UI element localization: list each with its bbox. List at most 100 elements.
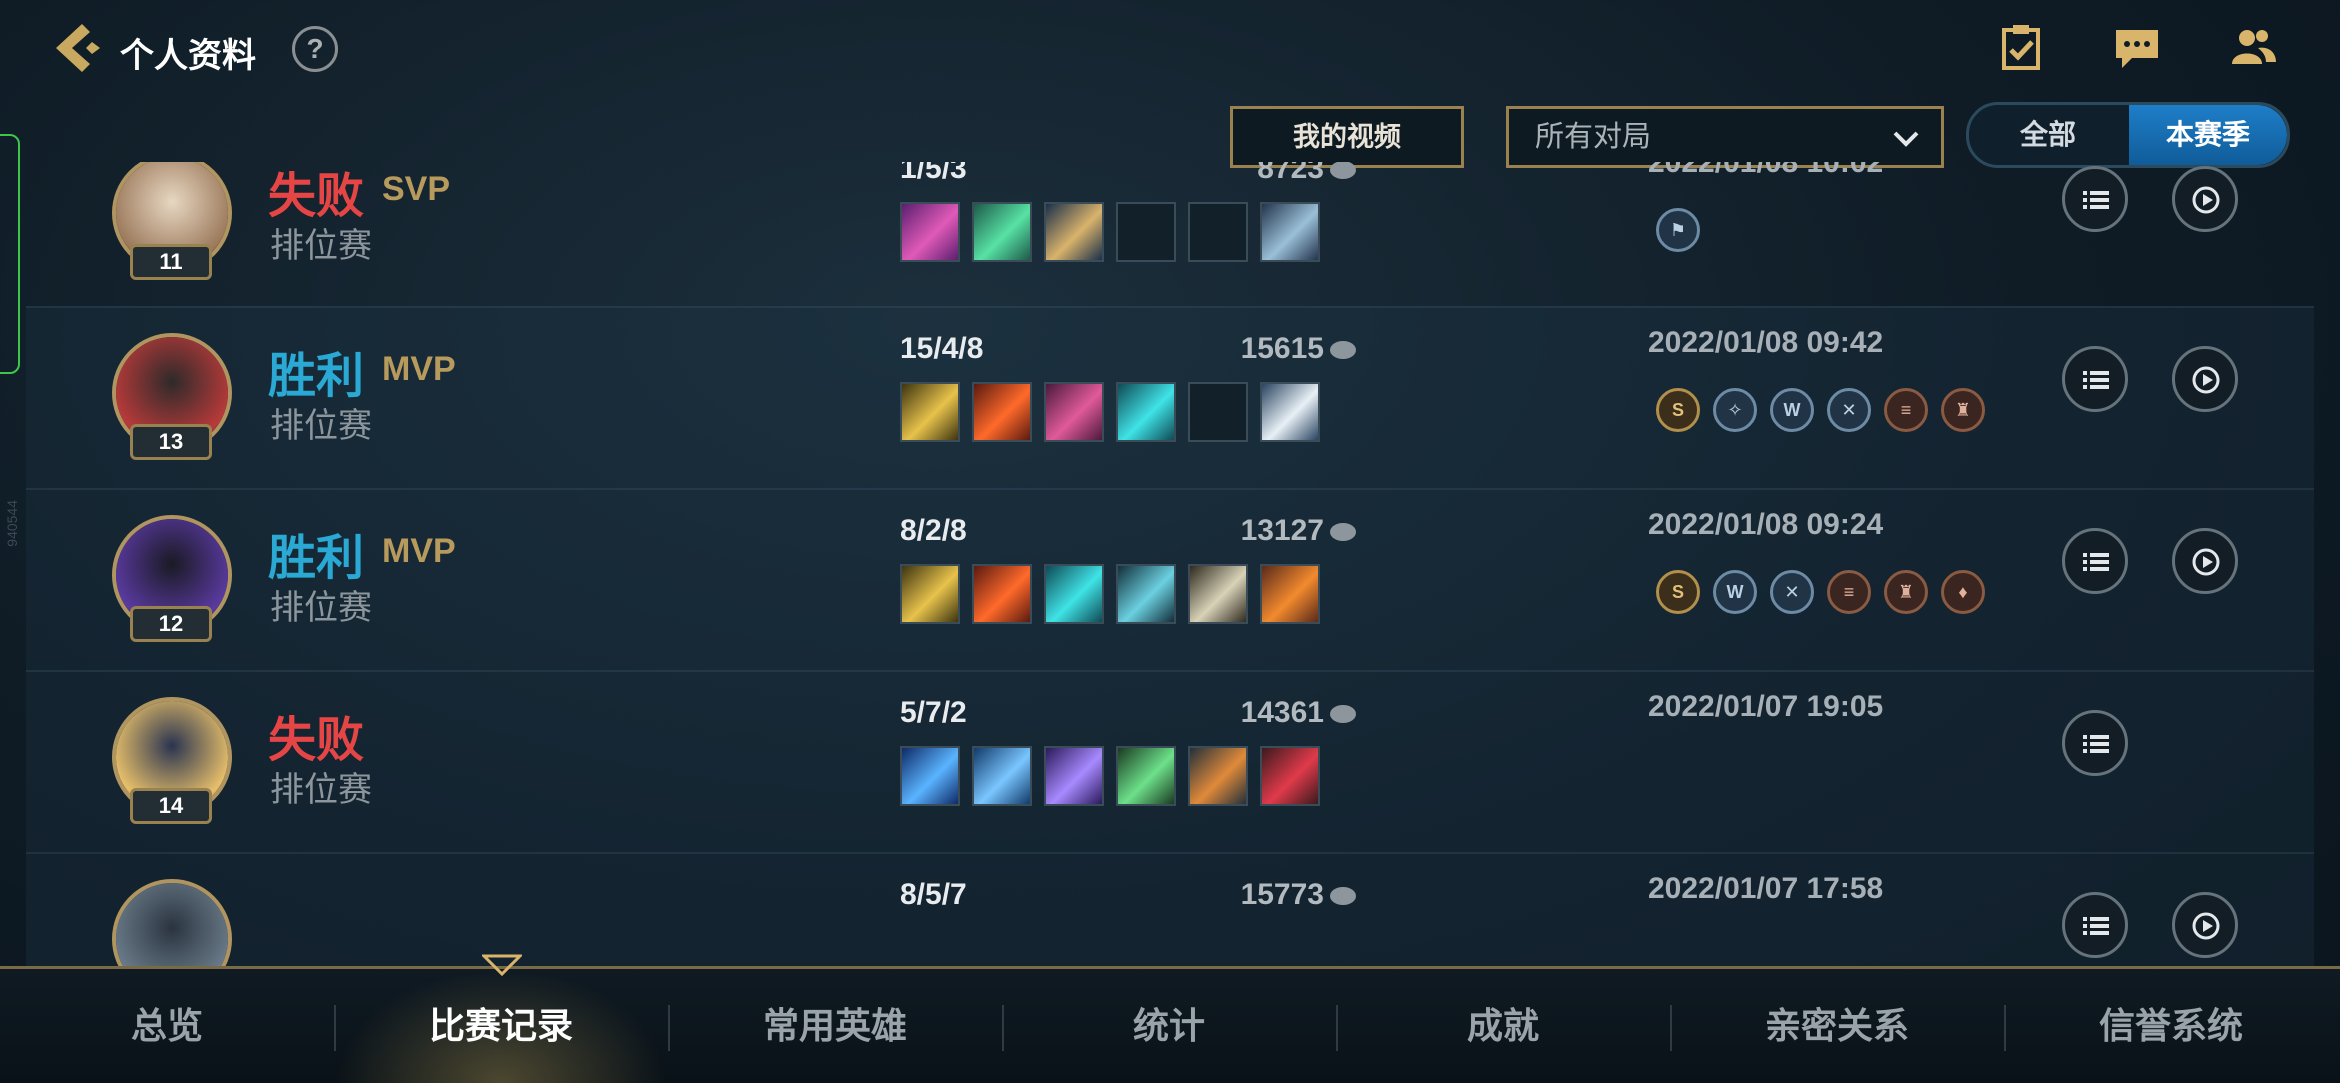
gold-coin-icon: [1330, 705, 1356, 724]
blue-spear-item[interactable]: [900, 746, 960, 806]
empty-item-slot: [1188, 382, 1248, 442]
match-details-button[interactable]: [2062, 166, 2128, 232]
white-yeti-item[interactable]: [1260, 382, 1320, 442]
top-bar: 个人资料 ?: [0, 0, 2340, 96]
tower-rune-icon: ♜: [1941, 388, 1985, 432]
back-arrow-icon[interactable]: [48, 18, 108, 78]
replay-button[interactable]: [2172, 346, 2238, 412]
tab-5[interactable]: 亲密关系: [1670, 969, 2004, 1083]
match-result: 胜利: [268, 350, 365, 403]
performance-badge: SVP: [382, 170, 451, 208]
performance-badge: MVP: [382, 350, 456, 388]
red-claw-item[interactable]: [972, 564, 1032, 624]
replay-button[interactable]: [2172, 166, 2238, 232]
match-list[interactable]: 11 失败 SVP 排位赛 1/5/3 8723 2022/01/08 10:02 ⚑ 13 胜利…: [0, 162, 2340, 966]
replay-button[interactable]: [2172, 528, 2238, 594]
gold-coin-icon: [1330, 341, 1356, 360]
segment-all[interactable]: 全部: [1969, 105, 2127, 165]
match-date: 2022/01/08 09:42: [1648, 326, 1884, 359]
flag-rune-icon: ⚑: [1656, 208, 1700, 252]
replay-button[interactable]: [2172, 892, 2238, 958]
replay-icon: [2192, 548, 2220, 576]
orange-spear-item[interactable]: [1188, 746, 1248, 806]
match-row[interactable]: 11 失败 SVP 排位赛 1/5/3 8723 2022/01/08 10:02 ⚑: [26, 162, 2314, 308]
tab-4[interactable]: 成就: [1336, 969, 1670, 1083]
list-icon: [2083, 917, 2109, 935]
match-date: 2022/01/08 10:02: [1648, 162, 1884, 179]
teal-sword-item[interactable]: [1044, 564, 1104, 624]
match-details-button[interactable]: [2062, 528, 2128, 594]
cross-rune-icon: ✕: [1827, 388, 1871, 432]
match-details-button[interactable]: [2062, 346, 2128, 412]
gold-sword-item[interactable]: [900, 564, 960, 624]
tab-1[interactable]: 比赛记录: [334, 969, 668, 1083]
game-mode: 排位赛: [270, 227, 372, 265]
pumpkin-item[interactable]: [1260, 564, 1320, 624]
w-rune-icon: W: [1770, 388, 1814, 432]
silver-blade-item[interactable]: [1188, 564, 1248, 624]
gold-sword-item[interactable]: [900, 382, 960, 442]
list-icon: [2083, 553, 2109, 571]
empty-item-slot: [1116, 202, 1176, 262]
game-mode: 排位赛: [270, 589, 372, 627]
page-title: 个人资料: [120, 37, 256, 75]
active-tab-marker-icon: [480, 954, 524, 977]
blue-fist-item[interactable]: [972, 746, 1032, 806]
chat-icon[interactable]: [2112, 22, 2162, 72]
friends-icon[interactable]: [2228, 22, 2278, 72]
game-mode: 排位赛: [270, 771, 372, 809]
match-row[interactable]: 14 失败 排位赛 5/7/2 14361 2022/01/07 19:05: [26, 670, 2314, 852]
match-row[interactable]: 13 胜利 MVP 排位赛 15/4/8 15615 2022/01/08 09:42 S ✧ W…: [26, 306, 2314, 488]
green-cannon-item[interactable]: [972, 202, 1032, 262]
teal-sword-item[interactable]: [1116, 382, 1176, 442]
match-type-dropdown[interactable]: 所有对局: [1506, 106, 1944, 168]
hero-level-badge: 14: [130, 788, 212, 824]
tower-rune-icon: ♜: [1884, 570, 1928, 614]
performance-badge: MVP: [382, 532, 456, 570]
list-icon: [2083, 735, 2109, 753]
drop-rune-icon: ♦: [1941, 570, 1985, 614]
red-boots-item[interactable]: [1260, 746, 1320, 806]
dropdown-value: 所有对局: [1535, 121, 1652, 153]
teal-spear-item[interactable]: [1116, 564, 1176, 624]
gold-earned: 14361: [1156, 696, 1356, 730]
s-rune-icon: S: [1656, 388, 1700, 432]
tab-divider: [1336, 1005, 1338, 1051]
red-claw-item[interactable]: [972, 382, 1032, 442]
match-result: 失败: [268, 170, 365, 223]
tab-3[interactable]: 统计: [1002, 969, 1336, 1083]
tab-0[interactable]: 总览: [0, 969, 334, 1083]
match-row[interactable]: 8/5/7 15773 2022/01/07 17:58: [26, 852, 2314, 966]
green-cage-item[interactable]: [1116, 746, 1176, 806]
match-details-button[interactable]: [2062, 892, 2128, 958]
purple-blade-item[interactable]: [900, 202, 960, 262]
violet-star-item[interactable]: [1044, 746, 1104, 806]
tab-divider: [1002, 1005, 1004, 1051]
hero-level-badge: 11: [130, 244, 212, 280]
boots-item[interactable]: [1260, 202, 1320, 262]
kda-score: 1/5/3: [900, 162, 967, 185]
list-icon: [2083, 191, 2109, 209]
tab-divider: [334, 1005, 336, 1051]
match-details-button[interactable]: [2062, 710, 2128, 776]
w-rune-icon: W: [1713, 570, 1757, 614]
kda-score: 8/2/8: [900, 514, 967, 547]
empty-item-slot: [1188, 202, 1248, 262]
spear-item[interactable]: [1044, 202, 1104, 262]
tab-6[interactable]: 信誉系统: [2004, 969, 2338, 1083]
gold-coin-icon: [1330, 162, 1356, 180]
pink-blade-item[interactable]: [1044, 382, 1104, 442]
my-videos-button[interactable]: 我的视频: [1230, 106, 1464, 168]
tab-2[interactable]: 常用英雄: [668, 969, 1002, 1083]
match-result: 失败: [268, 714, 365, 767]
checklist-icon[interactable]: [1996, 22, 2046, 72]
season-segmented-control: 全部 本赛季: [1966, 102, 2290, 168]
kda-score: 15/4/8: [900, 332, 984, 365]
tab-divider: [668, 1005, 670, 1051]
hero-avatar[interactable]: [112, 879, 232, 966]
match-row[interactable]: 12 胜利 MVP 排位赛 8/2/8 13127 2022/01/08 09:24 S W ✕ ≡…: [26, 488, 2314, 670]
match-result: 胜利: [268, 532, 365, 585]
match-date: 2022/01/07 19:05: [1648, 690, 1884, 723]
segment-season[interactable]: 本赛季: [2129, 105, 2287, 165]
help-icon[interactable]: ?: [292, 26, 338, 72]
